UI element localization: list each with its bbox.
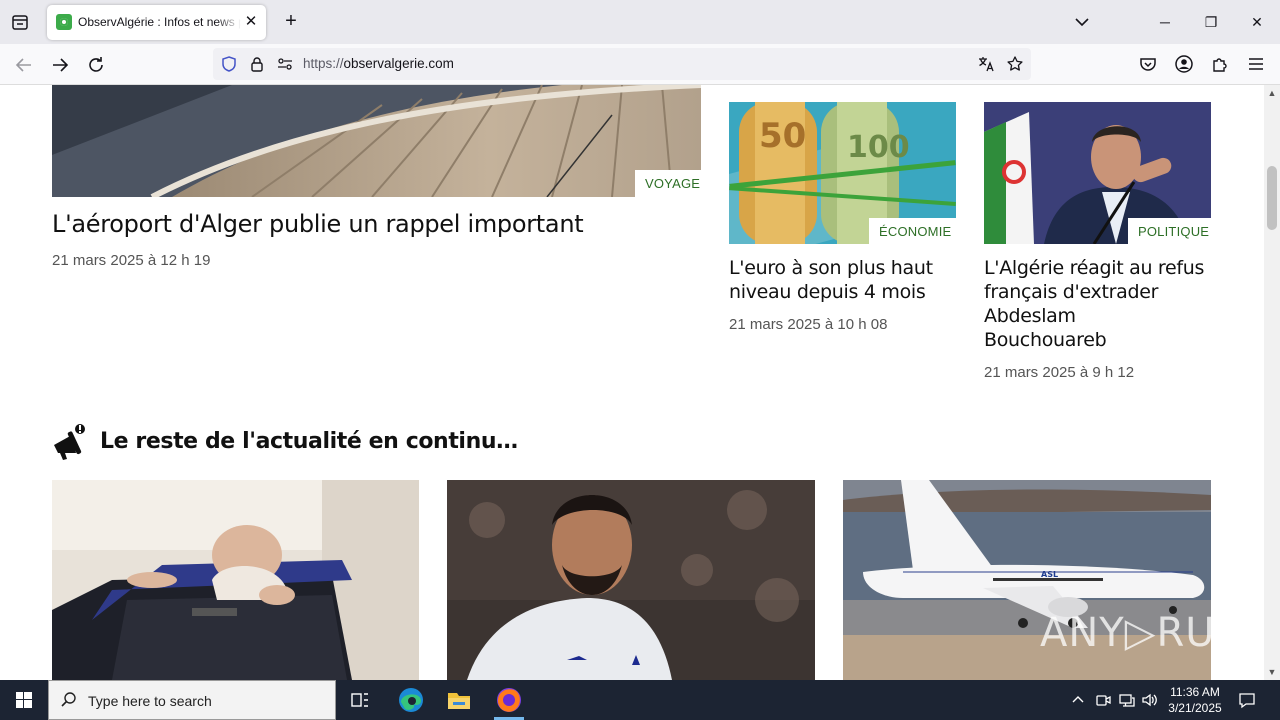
edge-browser-icon[interactable] [396, 685, 426, 715]
article-date: 21 mars 2025 à 9 h 12 [984, 364, 1135, 381]
system-clock[interactable]: 11:36 AM 3/21/2025 [1160, 684, 1230, 716]
tracking-protection-icon[interactable] [220, 55, 238, 73]
clock-date: 3/21/2025 [1168, 701, 1222, 715]
svg-text:ASL: ASL [1041, 570, 1058, 579]
headline-algeria[interactable]: L'Algérie réagit au refus français d'ext… [984, 256, 1224, 352]
url-bar[interactable]: https://observalgerie.com [213, 48, 1031, 80]
web-page: VOYAGE L'aéroport d'Alger publie un rapp… [0, 85, 1264, 680]
headline-main[interactable]: L'aéroport d'Alger publie un rappel impo… [52, 209, 701, 239]
task-view-icon[interactable] [345, 685, 375, 715]
football-player-article-image[interactable] [447, 480, 815, 680]
arrow-left-icon[interactable] [11, 52, 37, 78]
file-explorer-icon[interactable] [444, 685, 474, 715]
category-badge[interactable]: VOYAGE [635, 170, 701, 197]
account-icon[interactable] [1174, 54, 1194, 74]
hamburger-menu-icon[interactable] [1246, 54, 1266, 74]
svg-text:50: 50 [759, 116, 806, 156]
volume-icon[interactable] [1141, 691, 1159, 709]
meet-now-icon[interactable] [1094, 691, 1112, 709]
tab-list-icon[interactable] [8, 10, 32, 34]
new-tab-button[interactable]: + [279, 10, 303, 34]
firefox-icon[interactable] [494, 685, 524, 720]
watermark: ANY▷RUN [1040, 610, 1247, 656]
search-icon [60, 691, 78, 709]
extensions-icon[interactable] [1210, 54, 1230, 74]
taskbar-search-box[interactable]: Type here to search [48, 680, 336, 720]
tab-bar: ObservAlgérie : Infos et news p ✕ + ─ ❐ … [0, 0, 1280, 44]
windows-taskbar: Type here to search 11:36 AM 3/21/2025 [0, 680, 1280, 720]
star-icon[interactable] [1006, 55, 1024, 73]
url-protocol: https:// [303, 56, 344, 71]
reload-icon[interactable] [83, 52, 109, 78]
tab-title: ObservAlgérie : Infos et news p [78, 15, 241, 29]
baby-suitcase-article-image[interactable] [52, 480, 419, 680]
tab-close-icon[interactable]: ✕ [242, 13, 260, 31]
headline-line: L'euro à son plus haut [729, 257, 933, 279]
article-date: 21 mars 2025 à 10 h 08 [729, 316, 888, 333]
scroll-thumb[interactable] [1267, 166, 1277, 230]
headline-line: niveau depuis 4 mois [729, 281, 926, 303]
article-date: 21 mars 2025 à 12 h 19 [52, 252, 211, 269]
minimize-button[interactable]: ─ [1142, 6, 1188, 38]
permissions-icon[interactable] [276, 55, 294, 73]
airport-article-image[interactable]: VOYAGE [52, 85, 701, 197]
windows-start-icon[interactable] [0, 680, 48, 720]
pocket-icon[interactable] [1138, 54, 1158, 74]
headline-line: Bouchouareb [984, 329, 1107, 351]
headline-euro[interactable]: L'euro à son plus haut niveau depuis 4 m… [729, 256, 969, 304]
page-scrollbar[interactable]: ▲ ▼ [1264, 85, 1280, 680]
scroll-down-icon[interactable]: ▼ [1267, 667, 1277, 677]
site-favicon-icon [56, 14, 72, 30]
close-window-button[interactable]: ✕ [1234, 6, 1280, 38]
chevron-up-icon[interactable] [1069, 691, 1087, 709]
headline-line: Abdeslam [984, 305, 1076, 327]
svg-text:100: 100 [847, 130, 910, 165]
megaphone-icon [52, 423, 90, 461]
notification-center-icon[interactable] [1238, 691, 1256, 709]
arrow-right-icon[interactable] [47, 52, 73, 78]
url-text[interactable]: https://observalgerie.com [303, 56, 454, 71]
scroll-up-icon[interactable]: ▲ [1267, 88, 1277, 98]
url-host: observalgerie.com [343, 56, 454, 71]
headline-line: L'Algérie réagit au refus [984, 257, 1205, 279]
category-badge[interactable]: ÉCONOMIE [869, 218, 956, 244]
clock-time: 11:36 AM [1170, 685, 1220, 699]
category-badge[interactable]: POLITIQUE [1128, 218, 1211, 244]
lock-icon[interactable] [248, 55, 266, 73]
restore-button[interactable]: ❐ [1188, 6, 1234, 38]
section-title: Le reste de l'actualité en continu… [100, 429, 518, 454]
translate-icon[interactable] [977, 55, 995, 73]
politics-article-image[interactable]: POLITIQUE [984, 102, 1211, 244]
navigation-toolbar: https://observalgerie.com [0, 44, 1280, 85]
active-tab[interactable]: ObservAlgérie : Infos et news p ✕ [47, 5, 266, 40]
network-icon[interactable] [1118, 691, 1136, 709]
list-all-tabs-icon[interactable] [1070, 10, 1094, 34]
headline-line: français d'extrader [984, 281, 1159, 303]
euro-article-image[interactable]: 50 100 ÉCONOMIE [729, 102, 956, 244]
search-placeholder: Type here to search [88, 693, 212, 709]
